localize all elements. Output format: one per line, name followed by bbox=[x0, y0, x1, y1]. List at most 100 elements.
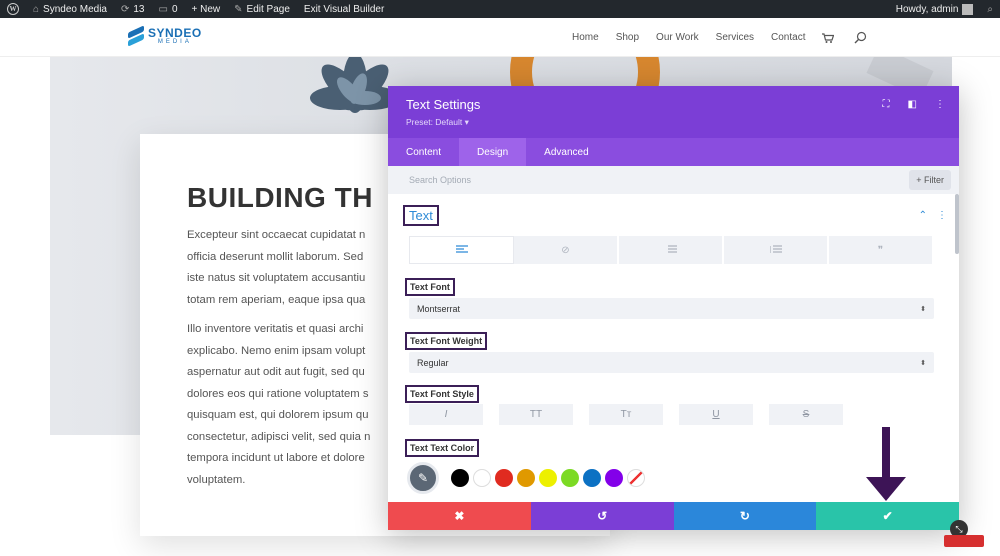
modal-title: Text Settings bbox=[406, 97, 481, 112]
quote-icon: ❞ bbox=[877, 244, 884, 256]
preset-dropdown[interactable]: Preset: Default ▾ bbox=[406, 117, 469, 128]
paragraph-line: voluptatem. bbox=[187, 473, 246, 486]
paragraph-line: aspernatur aut odit aut fugit, sed qu bbox=[187, 366, 365, 378]
modal-footer: ✖ ↺ ↻ ✔ bbox=[388, 502, 959, 530]
tab-design[interactable]: Design bbox=[459, 138, 527, 166]
updates-link[interactable]: ⟳ 13 bbox=[114, 0, 152, 18]
close-icon: ✖ bbox=[454, 509, 465, 523]
color-swatch[interactable] bbox=[517, 469, 535, 487]
nav-services[interactable]: Services bbox=[716, 32, 754, 43]
underline-button[interactable]: U bbox=[679, 404, 753, 425]
align-left-icon bbox=[455, 245, 468, 253]
filter-button[interactable]: + Filter bbox=[909, 170, 951, 190]
ordered-list-tab[interactable] bbox=[724, 236, 829, 264]
comment-icon: ▭ bbox=[158, 3, 168, 15]
tab-advanced[interactable]: Advanced bbox=[526, 138, 606, 166]
nav-home[interactable]: Home bbox=[572, 32, 599, 43]
edit-page-link[interactable]: ✎ Edit Page bbox=[227, 0, 297, 18]
more-options-icon[interactable]: ⋮ bbox=[937, 210, 947, 221]
comments-link[interactable]: ▭ 0 bbox=[152, 0, 185, 18]
strikethrough-button[interactable]: S bbox=[769, 404, 843, 425]
hero-paragraph-1: Excepteur sint occaecat cupidatat n offi… bbox=[187, 225, 365, 311]
tab-content[interactable]: Content bbox=[388, 138, 459, 166]
no-color-swatch[interactable] bbox=[627, 469, 645, 487]
greeting-label: Howdy, admin bbox=[895, 3, 959, 15]
paragraph-line: consectetur, adipisci velit, sed quia n bbox=[187, 430, 371, 443]
select-arrows-icon: ⬍ bbox=[920, 359, 926, 367]
subscribe-badge bbox=[944, 535, 984, 547]
text-section-toggle[interactable]: Text bbox=[403, 205, 439, 226]
edit-page-label: Edit Page bbox=[246, 3, 290, 15]
color-swatch[interactable] bbox=[561, 469, 579, 487]
color-swatch[interactable] bbox=[451, 469, 469, 487]
color-swatch[interactable] bbox=[539, 469, 557, 487]
exit-visual-builder-label: Exit Visual Builder bbox=[303, 3, 385, 15]
site-logo[interactable]: SYNDEO MEDIA bbox=[128, 25, 202, 47]
color-swatch[interactable] bbox=[495, 469, 513, 487]
font-style-buttons: I TT Tт U S bbox=[409, 404, 843, 425]
text-alignment-tabs: ⊘ ❞ bbox=[409, 236, 934, 264]
paragraph-line: officia deserunt mollit laborum. Sed bbox=[187, 250, 364, 263]
modal-header-controls: ⛶ ◧ ⋮ bbox=[883, 99, 945, 110]
nav-contact[interactable]: Contact bbox=[771, 32, 805, 43]
site-name-label: Syndeo Media bbox=[43, 3, 107, 15]
unordered-list-tab[interactable] bbox=[619, 236, 724, 264]
nav-our-work[interactable]: Our Work bbox=[656, 32, 699, 43]
checkmark-icon: ✔ bbox=[882, 509, 893, 523]
color-swatch[interactable] bbox=[473, 469, 491, 487]
paragraph-style-tab[interactable] bbox=[409, 236, 514, 264]
capitalize-button[interactable]: Tт bbox=[589, 404, 663, 425]
paragraph-line: dolores eos qui ratione voluptatem s bbox=[187, 387, 369, 400]
wordpress-icon: W bbox=[7, 3, 19, 15]
text-font-value: Montserrat bbox=[417, 303, 461, 314]
hero-heading: BUILDING TH bbox=[187, 182, 373, 213]
chevron-up-icon[interactable]: ⌃ bbox=[919, 210, 927, 221]
site-name-link[interactable]: ⌂ Syndeo Media bbox=[26, 0, 114, 18]
annotation-arrow bbox=[866, 427, 906, 501]
text-font-select[interactable]: Montserrat ⬍ bbox=[409, 298, 934, 319]
section-controls: ⌃ ⋮ bbox=[919, 210, 947, 221]
search-icon[interactable] bbox=[854, 31, 867, 44]
search-options-input[interactable]: Search Options bbox=[409, 175, 471, 185]
modal-header[interactable]: Text Settings Preset: Default ▾ ⛶ ◧ ⋮ bbox=[388, 86, 959, 138]
paragraph-line: explicabo. Nemo enim ipsam volupt bbox=[187, 344, 366, 357]
text-font-label: Text Font bbox=[405, 278, 455, 296]
text-font-style-label: Text Font Style bbox=[405, 385, 479, 403]
undo-icon: ↺ bbox=[597, 509, 608, 523]
list-icon bbox=[667, 245, 677, 253]
search-icon: ⌕ bbox=[987, 3, 993, 15]
logo-name: SYNDEO bbox=[148, 26, 202, 40]
paragraph-line: Illo inventore veritatis et quasi archi bbox=[187, 323, 364, 335]
cart-icon[interactable] bbox=[822, 32, 835, 43]
refresh-icon: ⟳ bbox=[120, 3, 130, 15]
more-options-icon[interactable]: ⋮ bbox=[935, 99, 945, 110]
color-swatch[interactable] bbox=[583, 469, 601, 487]
uppercase-button[interactable]: TT bbox=[499, 404, 573, 425]
wordpress-logo-button[interactable]: W bbox=[0, 0, 26, 18]
avatar bbox=[962, 3, 974, 15]
account-menu[interactable]: Howdy, admin bbox=[889, 0, 981, 18]
pencil-icon: ✎ bbox=[234, 3, 243, 15]
eyedropper-button[interactable]: ✎ bbox=[407, 462, 439, 494]
color-swatch[interactable] bbox=[605, 469, 623, 487]
save-button[interactable]: ✔ bbox=[816, 502, 959, 530]
nav-shop[interactable]: Shop bbox=[616, 32, 639, 43]
undo-button[interactable]: ↺ bbox=[530, 502, 674, 530]
modal-scrollbar[interactable] bbox=[955, 194, 959, 254]
redo-button[interactable]: ↻ bbox=[673, 502, 817, 530]
text-font-weight-select[interactable]: Regular ⬍ bbox=[409, 352, 934, 373]
blockquote-tab[interactable]: ❞ bbox=[829, 236, 934, 264]
select-arrows-icon: ⬍ bbox=[920, 305, 926, 313]
discard-button[interactable]: ✖ bbox=[388, 502, 531, 530]
fullscreen-icon[interactable]: ⛶ bbox=[883, 99, 890, 110]
link-style-tab[interactable]: ⊘ bbox=[514, 236, 619, 264]
search-options-bar[interactable]: Search Options + Filter bbox=[388, 166, 959, 194]
exit-visual-builder-link[interactable]: Exit Visual Builder bbox=[297, 0, 391, 18]
admin-search-button[interactable]: ⌕ bbox=[980, 0, 1000, 18]
text-font-weight-value: Regular bbox=[417, 357, 449, 368]
dock-sidebar-icon[interactable]: ◧ bbox=[908, 99, 917, 110]
italic-button[interactable]: I bbox=[409, 404, 483, 425]
new-content-label: + New bbox=[191, 3, 221, 15]
new-content-link[interactable]: + New bbox=[185, 0, 228, 18]
color-swatches: ✎ bbox=[407, 462, 645, 494]
